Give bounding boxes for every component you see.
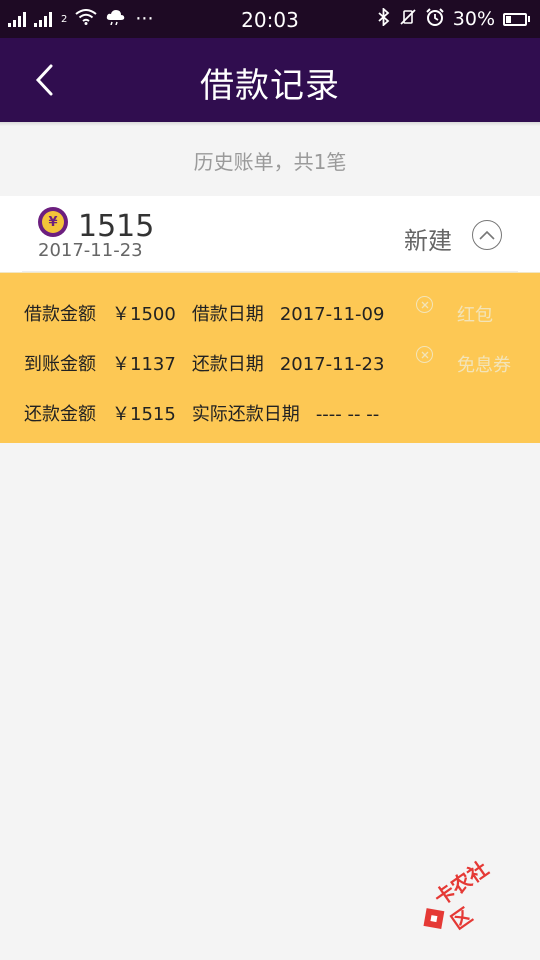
collapse-toggle-button[interactable] (472, 220, 502, 250)
repay-date-value: 2017-11-23 (279, 354, 385, 375)
repay-amount-label: 还款金额 (24, 404, 96, 425)
loan-date-label: 借款日期 (191, 304, 264, 325)
status-left: 2 ··· (8, 8, 154, 30)
loan-amount-label: 借款金额 (24, 304, 96, 325)
app-bar: 借款记录 (0, 38, 540, 122)
status-bar: 2 ··· 20:03 30% (0, 0, 540, 38)
actual-repay-date-label: 实际还款日期 (191, 404, 300, 425)
repay-amount-value: ￥1515 (112, 404, 176, 425)
page-title: 借款记录 (200, 66, 340, 106)
bill-summary: 历史账单，共1笔 (193, 150, 347, 174)
sim2-tag: 2 (61, 13, 68, 25)
yuan-coin-icon: ¥ (38, 207, 68, 237)
loan-amount-value: ￥1500 (112, 304, 176, 325)
alarm-icon (425, 7, 445, 32)
weather-cloud-icon (105, 8, 127, 30)
repay-date-label: 还款日期 (191, 354, 264, 375)
interest-free-coupon[interactable]: 免息券 (457, 351, 511, 377)
chevron-left-icon (35, 64, 53, 96)
watermark: 卡农社区 (415, 850, 520, 940)
loan-date-value: 2017-11-09 (279, 304, 385, 325)
battery-percent: 30% (452, 8, 495, 30)
status-right: 30% (377, 6, 530, 32)
detail-row-loan: 借款金额 ￥1500 借款日期 2017-11-09 (24, 300, 384, 326)
bluetooth-icon (377, 6, 391, 31)
chevron-up-icon (479, 230, 495, 240)
detail-row-received: 到账金额 ￥1137 还款日期 2017-11-23 (24, 350, 384, 376)
actual-repay-date-value: ---- -- -- (315, 404, 380, 425)
detail-row-repay: 还款金额 ￥1515 实际还款日期 ---- -- -- (24, 400, 379, 426)
close-circle-icon (416, 296, 433, 313)
more-notifications-icon: ··· (135, 8, 154, 30)
signal-icon (8, 11, 26, 27)
signal-2-icon (34, 11, 52, 27)
wifi-icon (75, 8, 97, 30)
app-bar-shadow (0, 122, 540, 126)
received-amount-value: ￥1137 (112, 354, 176, 375)
close-circle-icon (416, 346, 433, 363)
record-date: 2017-11-23 (38, 240, 143, 261)
vibrate-off-icon (399, 8, 417, 31)
record-amount: 1515 (78, 209, 155, 244)
watermark-logo-icon (423, 908, 444, 929)
received-amount-label: 到账金额 (24, 354, 96, 375)
back-button[interactable] (22, 56, 66, 104)
red-packet-coupon[interactable]: 红包 (457, 301, 493, 327)
record-status: 新建 (404, 227, 452, 255)
battery-icon (503, 12, 530, 26)
